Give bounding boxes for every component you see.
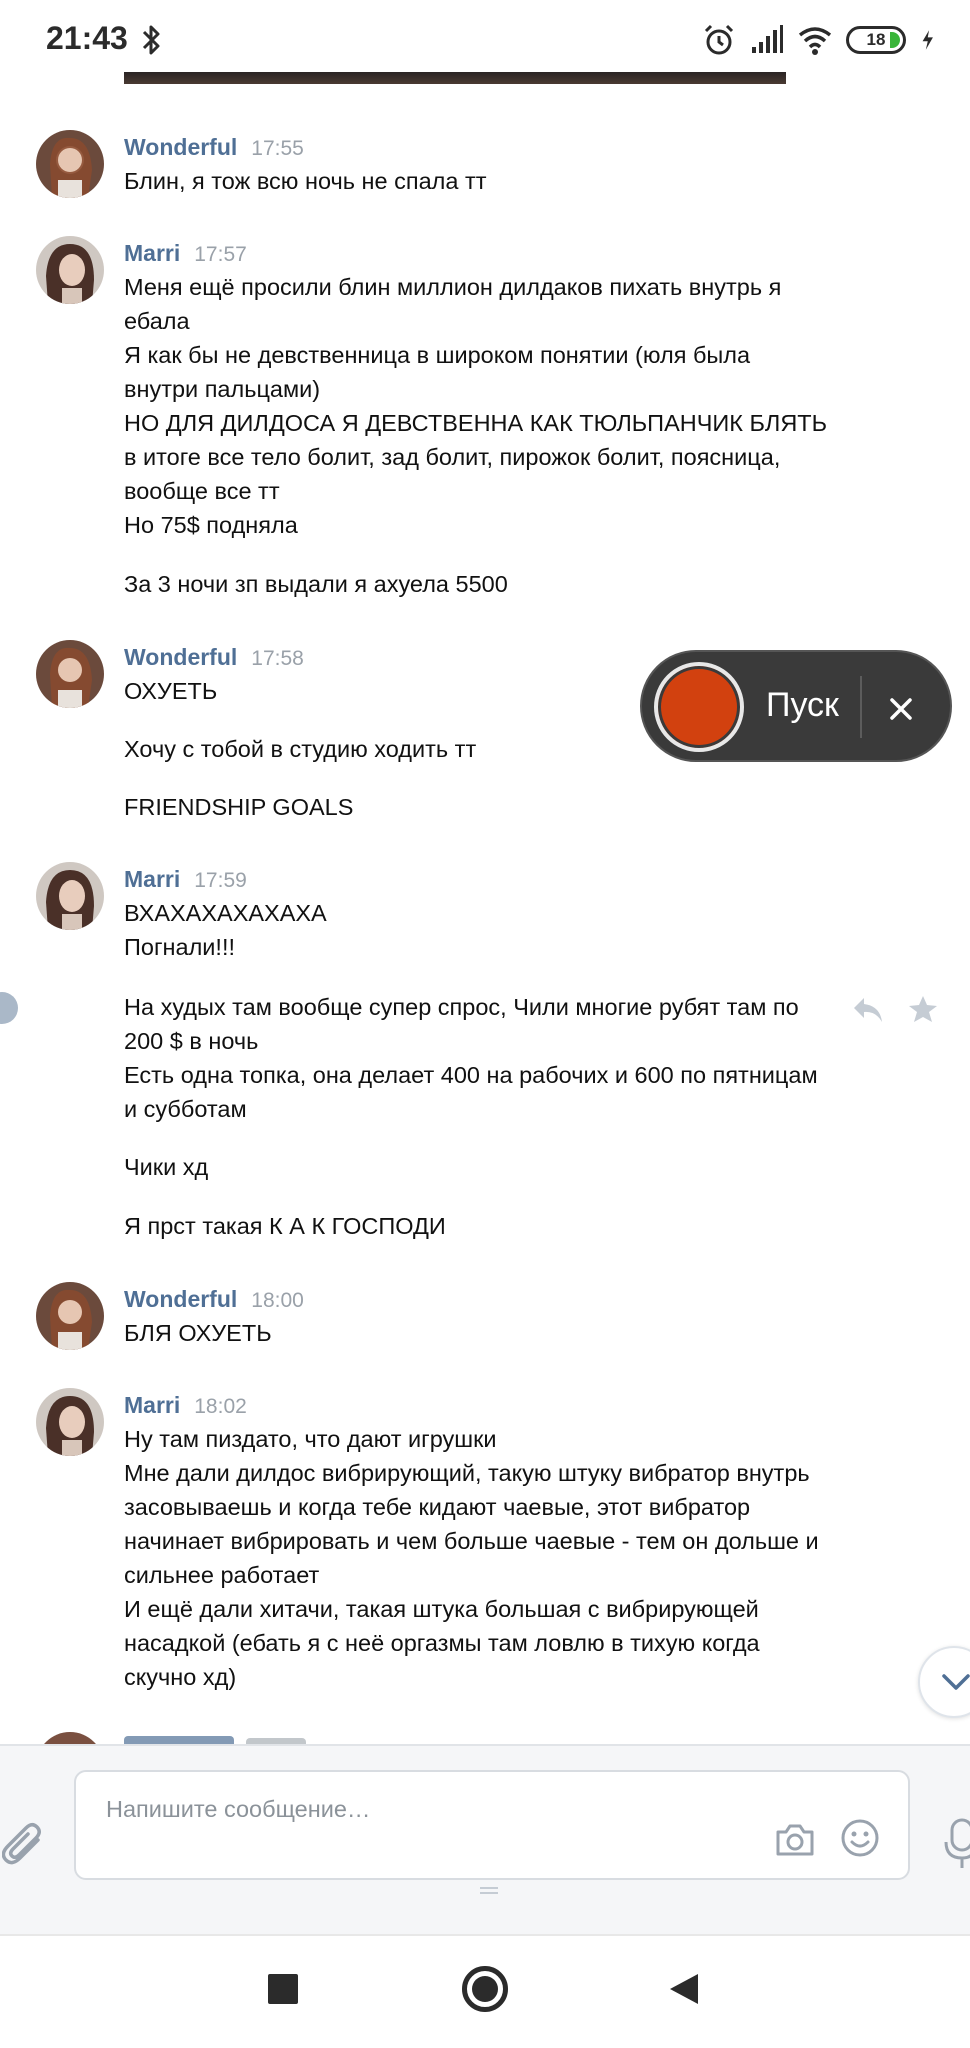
wifi-icon <box>798 27 832 55</box>
record-button[interactable] <box>654 662 744 752</box>
message-author[interactable]: Marri <box>124 866 180 893</box>
microphone-icon[interactable] <box>944 1818 970 1870</box>
alarm-icon <box>704 24 734 55</box>
avatar[interactable] <box>36 130 104 198</box>
back-icon[interactable] <box>668 1972 700 2006</box>
message-input-placeholder: Напишите сообщение… <box>106 1796 371 1822</box>
battery-level: 18 <box>866 30 886 49</box>
message-text: Меня ещё просили блин миллион дилдаков п… <box>124 274 828 538</box>
signal-icon <box>752 25 783 53</box>
message-time: 18:02 <box>194 1395 247 1418</box>
message-author[interactable]: Wonderful <box>124 134 237 161</box>
avatar[interactable] <box>36 640 104 708</box>
record-start-label[interactable]: Пуск <box>766 686 839 725</box>
scroll-down-button[interactable] <box>918 1646 970 1718</box>
avatar[interactable] <box>36 1388 104 1456</box>
message-text: Чики хд <box>124 1154 209 1180</box>
message-time: 17:58 <box>251 647 304 670</box>
message-text: На худых там вообще супер спрос, Чили мн… <box>124 994 818 1122</box>
home-button[interactable] <box>462 1966 508 2012</box>
message-time: 17:57 <box>194 243 247 266</box>
message-text: За 3 ночи зп выдали я ахуела 5500 <box>124 571 508 597</box>
chevron-down-icon <box>942 1674 970 1690</box>
close-icon[interactable] <box>874 682 928 736</box>
reply-icon[interactable] <box>852 996 884 1024</box>
message-text: Я прст такая К А К ГОСПОДИ <box>124 1213 446 1239</box>
recents-button[interactable] <box>268 1974 298 2004</box>
avatar[interactable] <box>36 1282 104 1350</box>
avatar[interactable] <box>36 236 104 304</box>
message-author[interactable]: Wonderful <box>124 644 237 671</box>
status-bar: 21:43 18 <box>0 0 970 80</box>
avatar[interactable] <box>36 862 104 930</box>
star-icon[interactable] <box>908 994 938 1024</box>
message-author[interactable]: Marri <box>124 1392 180 1419</box>
next-message-partial <box>0 1730 970 1744</box>
status-time: 21:43 <box>46 20 128 56</box>
message-time: 18:00 <box>251 1289 304 1312</box>
charging-icon <box>922 30 933 50</box>
edit-icon[interactable] <box>0 992 18 1024</box>
message-text: Блин, я тож всю ночь не спала тт <box>124 168 487 194</box>
previous-media-attachment[interactable] <box>124 72 786 84</box>
message-author[interactable]: Marri <box>124 240 180 267</box>
message-time: 17:59 <box>194 869 247 892</box>
message-text: FRIENDSHIP GOALS <box>124 794 354 820</box>
widget-divider <box>860 676 862 738</box>
bluetooth-icon <box>142 25 160 55</box>
message-input[interactable]: Напишите сообщение… <box>74 1770 910 1880</box>
message-time: 17:55 <box>251 137 304 160</box>
camera-icon[interactable] <box>774 1820 816 1860</box>
paperclip-icon[interactable] <box>2 1820 46 1870</box>
record-widget: Пуск <box>640 650 952 762</box>
drag-handle-icon[interactable] <box>480 1886 498 1896</box>
emoji-icon[interactable] <box>840 1818 880 1858</box>
message-text: ВХАХАХАХАХАХА Погнали!!! <box>124 900 327 960</box>
message-text: Ну там пиздато, что дают игрушки Мне дал… <box>124 1426 819 1690</box>
status-icons: 18 <box>702 20 942 60</box>
battery-indicator: 18 <box>846 26 906 54</box>
message-author[interactable]: Wonderful <box>124 1286 237 1313</box>
battery-fill <box>890 32 900 48</box>
message-text: БЛЯ ОХУЕТЬ <box>124 1320 272 1346</box>
